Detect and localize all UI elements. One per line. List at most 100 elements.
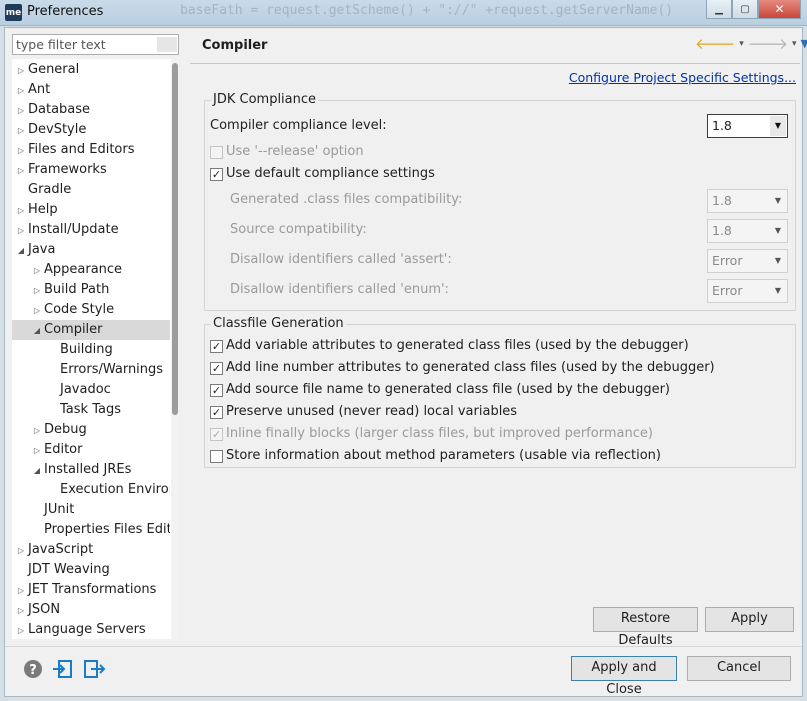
close-button[interactable]: ✕	[758, 0, 801, 19]
assert-identifier-select[interactable]: Error ▼	[707, 249, 788, 273]
tree-item[interactable]: ▷ DevStyle	[12, 120, 170, 140]
tree-item[interactable]: ▷ Code Style	[12, 300, 170, 320]
tree-item[interactable]: ▷ JET Transformations	[12, 580, 170, 600]
restore-defaults-button[interactable]: Restore Defaults	[593, 607, 698, 648]
tree-item[interactable]: JDT Weaving	[12, 560, 170, 580]
classfile-option-checkbox[interactable]	[210, 450, 223, 463]
tree-item[interactable]: ▷ Help	[12, 200, 170, 220]
tree-item[interactable]: ▷ Build Path	[12, 280, 170, 300]
import-icon[interactable]	[51, 657, 75, 681]
help-icon[interactable]: ?	[21, 657, 45, 681]
back-arrow-icon[interactable]: 🡐	[695, 36, 735, 52]
expand-arrow-icon[interactable]: ▷	[14, 221, 28, 240]
expand-arrow-icon[interactable]: ▷	[14, 81, 28, 100]
expand-arrow-icon[interactable]: ▷	[14, 121, 28, 140]
tree-item[interactable]: ▷ Database	[12, 100, 170, 120]
expand-arrow-icon[interactable]: ▷	[14, 161, 28, 180]
classfile-option-checkbox[interactable]: ✓	[210, 384, 223, 397]
expand-arrow-icon[interactable]: ▷	[30, 421, 44, 440]
tree-item[interactable]: ▷ Debug	[12, 420, 170, 440]
tree-scrollbar[interactable]	[171, 59, 179, 639]
tree-item[interactable]: ▷ Install/Update	[12, 220, 170, 240]
tree-item[interactable]: ▷ Appearance	[12, 260, 170, 280]
footer-divider	[5, 646, 802, 647]
expand-arrow-icon[interactable]: ▷	[14, 201, 28, 220]
filter-input[interactable]: type filter text	[12, 34, 179, 55]
source-compat-select[interactable]: 1.8 ▼	[707, 219, 788, 243]
tree-item[interactable]: ◢ Compiler	[12, 320, 170, 340]
tree-item[interactable]: Gradle	[12, 180, 170, 200]
tree-item-label: General	[28, 62, 80, 77]
collapse-arrow-icon[interactable]: ◢	[30, 461, 44, 480]
release-option-checkbox[interactable]	[210, 146, 223, 159]
tree-item[interactable]: ▷ Ant	[12, 80, 170, 100]
tree-item-label: Ant	[28, 82, 51, 97]
tree-item-label: Database	[28, 102, 91, 117]
tree-scrollbar-thumb[interactable]	[172, 63, 178, 415]
tree-item[interactable]: ◢ Java	[12, 240, 170, 260]
tree-item[interactable]: ▷ JavaScript	[12, 540, 170, 560]
export-icon[interactable]	[82, 657, 106, 681]
tree-item[interactable]: Properties Files Edito	[12, 520, 170, 540]
configure-project-settings-link[interactable]: Configure Project Specific Settings...	[569, 70, 796, 85]
page-title: Compiler	[202, 38, 268, 53]
filter-clear-button[interactable]	[157, 37, 177, 52]
tree-item[interactable]: Task Tags	[12, 400, 170, 420]
forward-menu-chevron-icon[interactable]: ▾	[792, 36, 797, 52]
collapse-arrow-icon[interactable]: ◢	[30, 321, 44, 340]
classfile-generation-title: Classfile Generation	[211, 316, 346, 331]
classfile-option-checkbox[interactable]: ✓	[210, 340, 223, 353]
tree-item-label: Editor	[44, 442, 83, 457]
tree-item[interactable]: ▷ Frameworks	[12, 160, 170, 180]
expand-arrow-icon[interactable]: ▷	[14, 141, 28, 160]
expand-arrow-icon[interactable]: ▷	[30, 261, 44, 280]
chevron-down-icon: ▼	[774, 286, 782, 295]
expand-arrow-icon[interactable]: ▷	[14, 61, 28, 80]
chevron-down-icon: ▼	[774, 196, 782, 205]
tree-item[interactable]: ▷ JSON	[12, 600, 170, 620]
expand-arrow-icon[interactable]: ▷	[14, 621, 28, 639]
forward-arrow-icon[interactable]: 🡒	[748, 36, 788, 52]
view-menu-icon[interactable]: ▼	[801, 36, 807, 52]
tree-item[interactable]: Building	[12, 340, 170, 360]
expand-arrow-icon[interactable]: ▷	[14, 541, 28, 560]
tree-item-label: Properties Files Edito	[44, 522, 170, 537]
expand-arrow-icon[interactable]: ▷	[30, 281, 44, 300]
tree-item[interactable]: ▷ Editor	[12, 440, 170, 460]
cancel-button[interactable]: Cancel	[687, 656, 791, 681]
expand-arrow-icon[interactable]: ▷	[14, 581, 28, 600]
nav-toolbar: 🡐 ▾ 🡒 ▾ ▼	[695, 36, 807, 52]
apply-and-close-button[interactable]: Apply and Close	[571, 656, 677, 697]
classfile-option-checkbox[interactable]: ✓	[210, 362, 223, 375]
minimize-button[interactable]: ▁	[706, 0, 732, 19]
maximize-icon: ▢	[740, 3, 750, 15]
expand-arrow-icon[interactable]: ▷	[30, 441, 44, 460]
tree-item[interactable]: Errors/Warnings	[12, 360, 170, 380]
tree-item[interactable]: ▷ Language Servers	[12, 620, 170, 639]
collapse-arrow-icon[interactable]: ◢	[14, 241, 28, 260]
tree-item-label: DevStyle	[28, 122, 87, 137]
enum-identifier-select[interactable]: Error ▼	[707, 279, 788, 303]
generated-compat-select[interactable]: 1.8 ▼	[707, 189, 788, 213]
tree-item[interactable]: ▷ General	[12, 60, 170, 80]
tree-item[interactable]: JUnit	[12, 500, 170, 520]
maximize-button[interactable]: ▢	[732, 0, 758, 19]
expand-arrow-icon[interactable]: ▷	[14, 601, 28, 620]
tree-item-label: JET Transformations	[28, 582, 157, 597]
assert-identifier-label: Disallow identifiers called 'assert':	[230, 252, 452, 267]
enum-identifier-value: Error	[712, 283, 743, 298]
apply-button[interactable]: Apply	[705, 607, 794, 632]
tree-item-label: Code Style	[44, 302, 115, 317]
tree-item[interactable]: ◢ Installed JREs	[12, 460, 170, 480]
compliance-level-select[interactable]: 1.8 ▼	[707, 114, 788, 138]
tree-item[interactable]: ▷ Files and Editors	[12, 140, 170, 160]
classfile-option-checkbox[interactable]: ✓	[210, 428, 223, 441]
back-menu-chevron-icon[interactable]: ▾	[739, 36, 744, 52]
expand-arrow-icon[interactable]: ▷	[14, 101, 28, 120]
tree-item[interactable]: Execution Environ	[12, 480, 170, 500]
tree-item[interactable]: Javadoc	[12, 380, 170, 400]
classfile-option-checkbox[interactable]: ✓	[210, 406, 223, 419]
default-compliance-checkbox[interactable]: ✓	[210, 168, 223, 181]
title-bar: me Preferences baseFath = request.getSch…	[0, 0, 807, 26]
expand-arrow-icon[interactable]: ▷	[30, 301, 44, 320]
